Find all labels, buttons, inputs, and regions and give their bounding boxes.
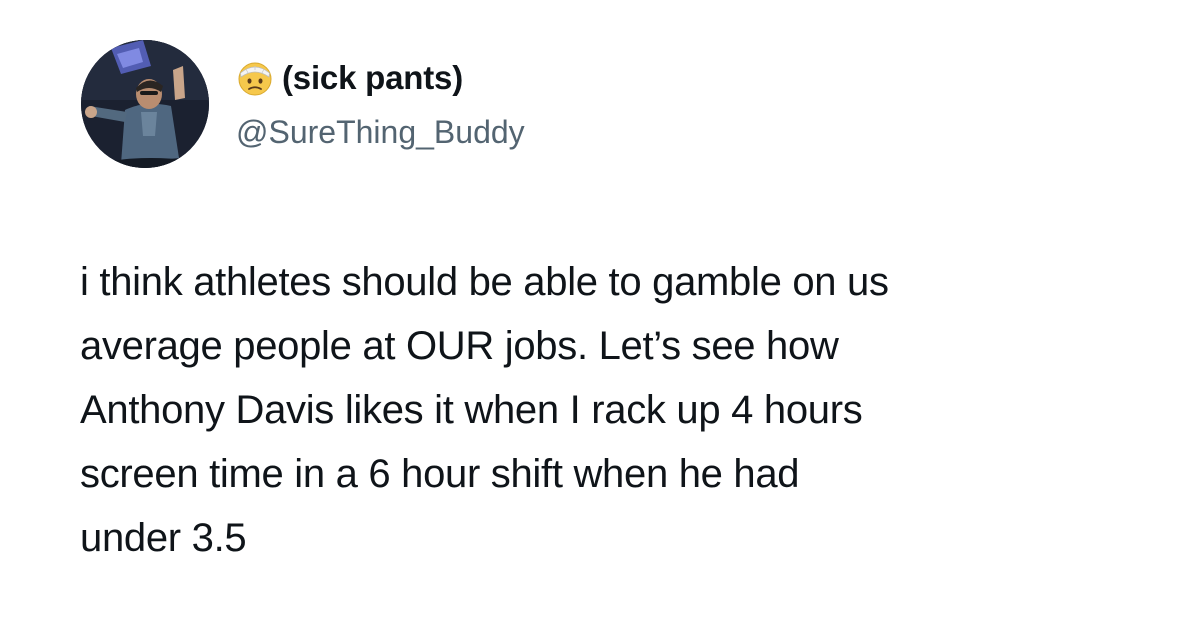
user-handle[interactable]: @SureThing_Buddy <box>236 114 525 151</box>
avatar[interactable] <box>81 40 209 168</box>
display-name[interactable]: (sick pants) <box>282 59 463 97</box>
name-row: (sick pants) <box>236 56 525 100</box>
face-with-head-bandage-icon <box>236 59 274 97</box>
tweet-header: (sick pants) @SureThing_Buddy <box>236 56 525 151</box>
tweet-card: (sick pants) @SureThing_Buddy i think at… <box>0 0 1200 628</box>
tweet-text: i think athletes should be able to gambl… <box>80 260 889 560</box>
avatar-image <box>81 40 209 168</box>
